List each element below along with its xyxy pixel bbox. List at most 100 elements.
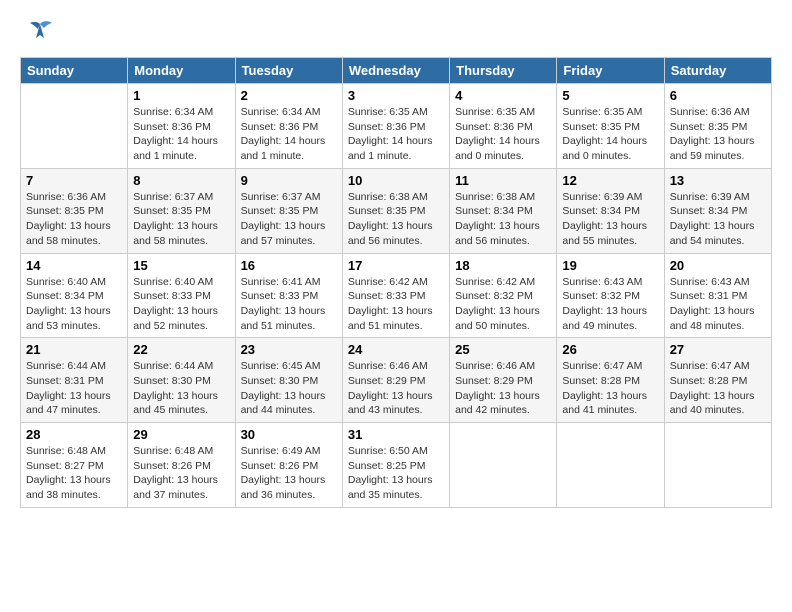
calendar-cell: 3 Sunrise: 6:35 AMSunset: 8:36 PMDaylight… (342, 84, 449, 169)
calendar-week-row: 1 Sunrise: 6:34 AMSunset: 8:36 PMDaylight… (21, 84, 772, 169)
calendar-cell: 1Sunrise: 6:34 AMSunset: 8:36 PMDaylight… (128, 84, 235, 169)
calendar-day-header: Sunday (21, 58, 128, 84)
day-number: 21 (26, 342, 122, 357)
page-header (20, 20, 772, 47)
calendar-cell: 6 Sunrise: 6:36 AMSunset: 8:35 PMDaylight… (664, 84, 771, 169)
calendar-cell: 20 Sunrise: 6:43 AMSunset: 8:31 PMDayligh… (664, 253, 771, 338)
day-number: 1 (133, 88, 229, 103)
day-info: Sunrise: 6:44 AMSunset: 8:30 PMDaylight:… (133, 359, 229, 418)
day-info: Sunrise: 6:46 AMSunset: 8:29 PMDaylight:… (455, 359, 551, 418)
logo-bird-icon (26, 20, 54, 47)
day-number: 17 (348, 258, 444, 273)
calendar-day-header: Thursday (450, 58, 557, 84)
day-number: 29 (133, 427, 229, 442)
day-info: Sunrise: 6:38 AMSunset: 8:35 PMDaylight:… (348, 190, 444, 249)
calendar-cell: 2 Sunrise: 6:34 AMSunset: 8:36 PMDaylight… (235, 84, 342, 169)
calendar-day-header: Friday (557, 58, 664, 84)
calendar-cell: 18 Sunrise: 6:42 AMSunset: 8:32 PMDayligh… (450, 253, 557, 338)
calendar-cell: 8 Sunrise: 6:37 AMSunset: 8:35 PMDaylight… (128, 168, 235, 253)
day-number: 3 (348, 88, 444, 103)
calendar-cell (557, 423, 664, 508)
day-info: Sunrise: 6:43 AMSunset: 8:31 PMDaylight:… (670, 275, 766, 334)
calendar-cell: 22 Sunrise: 6:44 AMSunset: 8:30 PMDayligh… (128, 338, 235, 423)
calendar-cell: 21Sunrise: 6:44 AMSunset: 8:31 PMDayligh… (21, 338, 128, 423)
day-info: Sunrise: 6:47 AMSunset: 8:28 PMDaylight:… (670, 359, 766, 418)
calendar-week-row: 14 Sunrise: 6:40 AMSunset: 8:34 PMDayligh… (21, 253, 772, 338)
calendar-week-row: 28 Sunrise: 6:48 AMSunset: 8:27 PMDayligh… (21, 423, 772, 508)
calendar-cell: 31 Sunrise: 6:50 AMSunset: 8:25 PMDayligh… (342, 423, 449, 508)
day-number: 10 (348, 173, 444, 188)
day-info: Sunrise: 6:49 AMSunset: 8:26 PMDaylight:… (241, 444, 337, 503)
day-number: 30 (241, 427, 337, 442)
day-number: 19 (562, 258, 658, 273)
calendar-cell: 28 Sunrise: 6:48 AMSunset: 8:27 PMDayligh… (21, 423, 128, 508)
day-info: Sunrise: 6:50 AMSunset: 8:25 PMDaylight:… (348, 444, 444, 503)
calendar-cell: 27 Sunrise: 6:47 AMSunset: 8:28 PMDayligh… (664, 338, 771, 423)
calendar-cell: 25Sunrise: 6:46 AMSunset: 8:29 PMDayligh… (450, 338, 557, 423)
calendar-table: SundayMondayTuesdayWednesdayThursdayFrid… (20, 57, 772, 508)
day-info: Sunrise: 6:40 AMSunset: 8:34 PMDaylight:… (26, 275, 122, 334)
calendar-cell: 11 Sunrise: 6:38 AMSunset: 8:34 PMDayligh… (450, 168, 557, 253)
calendar-cell: 19 Sunrise: 6:43 AMSunset: 8:32 PMDayligh… (557, 253, 664, 338)
day-number: 14 (26, 258, 122, 273)
day-number: 2 (241, 88, 337, 103)
day-info: Sunrise: 6:35 AMSunset: 8:36 PMDaylight:… (348, 105, 444, 164)
calendar-cell: 30 Sunrise: 6:49 AMSunset: 8:26 PMDayligh… (235, 423, 342, 508)
calendar-day-header: Tuesday (235, 58, 342, 84)
day-number: 18 (455, 258, 551, 273)
day-info: Sunrise: 6:40 AMSunset: 8:33 PMDaylight:… (133, 275, 229, 334)
day-info: Sunrise: 6:36 AMSunset: 8:35 PMDaylight:… (26, 190, 122, 249)
day-info: Sunrise: 6:39 AMSunset: 8:34 PMDaylight:… (562, 190, 658, 249)
calendar-cell: 12 Sunrise: 6:39 AMSunset: 8:34 PMDayligh… (557, 168, 664, 253)
calendar-day-header: Wednesday (342, 58, 449, 84)
calendar-day-header: Monday (128, 58, 235, 84)
day-number: 24 (348, 342, 444, 357)
day-info: Sunrise: 6:36 AMSunset: 8:35 PMDaylight:… (670, 105, 766, 164)
calendar-week-row: 7 Sunrise: 6:36 AMSunset: 8:35 PMDaylight… (21, 168, 772, 253)
day-info: Sunrise: 6:46 AMSunset: 8:29 PMDaylight:… (348, 359, 444, 418)
calendar-cell: 15Sunrise: 6:40 AMSunset: 8:33 PMDayligh… (128, 253, 235, 338)
day-number: 9 (241, 173, 337, 188)
day-info: Sunrise: 6:38 AMSunset: 8:34 PMDaylight:… (455, 190, 551, 249)
calendar-cell: 4Sunrise: 6:35 AMSunset: 8:36 PMDaylight… (450, 84, 557, 169)
day-info: Sunrise: 6:48 AMSunset: 8:27 PMDaylight:… (26, 444, 122, 503)
day-info: Sunrise: 6:35 AMSunset: 8:36 PMDaylight:… (455, 105, 551, 164)
day-number: 12 (562, 173, 658, 188)
day-info: Sunrise: 6:35 AMSunset: 8:35 PMDaylight:… (562, 105, 658, 164)
calendar-cell: 5 Sunrise: 6:35 AMSunset: 8:35 PMDaylight… (557, 84, 664, 169)
calendar-cell: 17Sunrise: 6:42 AMSunset: 8:33 PMDayligh… (342, 253, 449, 338)
day-info: Sunrise: 6:39 AMSunset: 8:34 PMDaylight:… (670, 190, 766, 249)
calendar-cell: 13 Sunrise: 6:39 AMSunset: 8:34 PMDayligh… (664, 168, 771, 253)
calendar-cell: 7 Sunrise: 6:36 AMSunset: 8:35 PMDaylight… (21, 168, 128, 253)
day-number: 28 (26, 427, 122, 442)
calendar-cell: 16Sunrise: 6:41 AMSunset: 8:33 PMDayligh… (235, 253, 342, 338)
calendar-header-row: SundayMondayTuesdayWednesdayThursdayFrid… (21, 58, 772, 84)
day-number: 7 (26, 173, 122, 188)
calendar-day-header: Saturday (664, 58, 771, 84)
day-number: 31 (348, 427, 444, 442)
day-info: Sunrise: 6:37 AMSunset: 8:35 PMDaylight:… (133, 190, 229, 249)
day-info: Sunrise: 6:34 AMSunset: 8:36 PMDaylight:… (241, 105, 337, 164)
day-number: 13 (670, 173, 766, 188)
logo (20, 20, 54, 47)
day-info: Sunrise: 6:42 AMSunset: 8:32 PMDaylight:… (455, 275, 551, 334)
calendar-cell: 29Sunrise: 6:48 AMSunset: 8:26 PMDayligh… (128, 423, 235, 508)
day-number: 16 (241, 258, 337, 273)
calendar-cell: 14 Sunrise: 6:40 AMSunset: 8:34 PMDayligh… (21, 253, 128, 338)
day-info: Sunrise: 6:37 AMSunset: 8:35 PMDaylight:… (241, 190, 337, 249)
day-number: 5 (562, 88, 658, 103)
calendar-cell (450, 423, 557, 508)
day-number: 11 (455, 173, 551, 188)
day-info: Sunrise: 6:43 AMSunset: 8:32 PMDaylight:… (562, 275, 658, 334)
day-number: 27 (670, 342, 766, 357)
calendar-week-row: 21Sunrise: 6:44 AMSunset: 8:31 PMDayligh… (21, 338, 772, 423)
day-number: 26 (562, 342, 658, 357)
calendar-cell: 26 Sunrise: 6:47 AMSunset: 8:28 PMDayligh… (557, 338, 664, 423)
day-info: Sunrise: 6:45 AMSunset: 8:30 PMDaylight:… (241, 359, 337, 418)
day-number: 8 (133, 173, 229, 188)
day-number: 22 (133, 342, 229, 357)
day-number: 20 (670, 258, 766, 273)
day-number: 6 (670, 88, 766, 103)
day-info: Sunrise: 6:47 AMSunset: 8:28 PMDaylight:… (562, 359, 658, 418)
calendar-cell: 24 Sunrise: 6:46 AMSunset: 8:29 PMDayligh… (342, 338, 449, 423)
